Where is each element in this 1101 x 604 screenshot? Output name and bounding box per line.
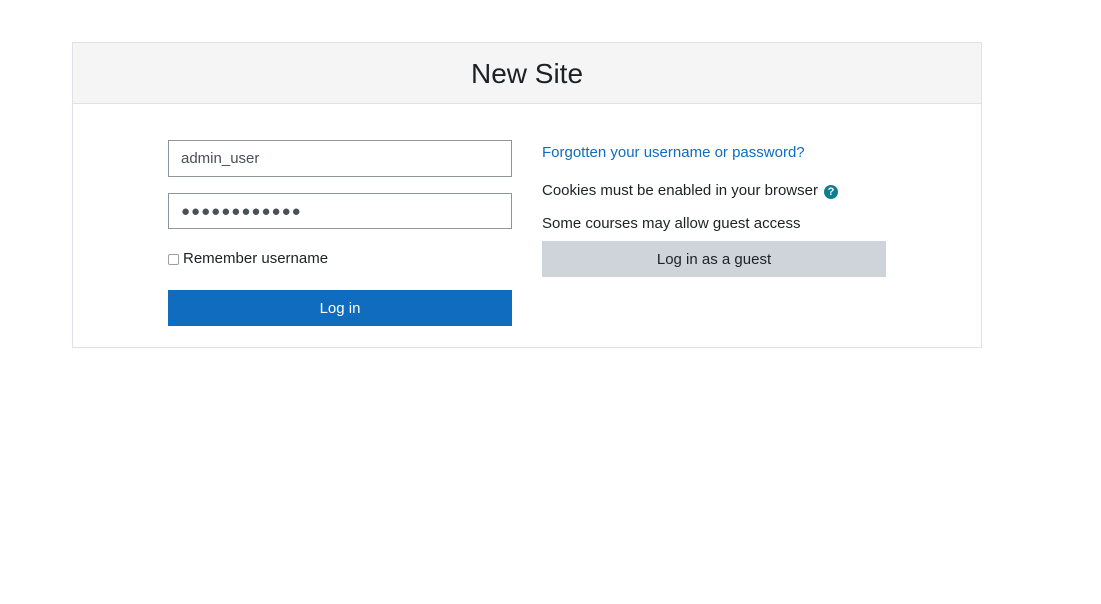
login-card: New Site Remember username Log in Forgot… (72, 42, 982, 348)
login-form: Remember username Log in (168, 140, 512, 326)
remember-username-label: Remember username (183, 249, 329, 267)
site-title: New Site (470, 58, 584, 89)
login-button[interactable]: Log in (168, 290, 512, 326)
forgot-password-link[interactable]: Forgotten your username or password? (542, 143, 886, 163)
login-help-panel: Forgotten your username or password? Coo… (542, 140, 886, 277)
cookies-notice-text: Cookies must be enabled in your browser (542, 182, 818, 199)
guest-login-button[interactable]: Log in as a guest (542, 241, 886, 277)
question-circle-icon[interactable]: ? (823, 185, 838, 199)
login-card-header: New Site (73, 43, 981, 104)
username-input[interactable] (168, 140, 512, 177)
guest-access-note: Some courses may allow guest access (542, 215, 801, 232)
cookies-notice: Cookies must be enabled in your browser … (542, 181, 886, 201)
remember-username-checkbox[interactable] (168, 253, 179, 265)
remember-username[interactable]: Remember username (168, 248, 512, 268)
password-input[interactable] (168, 193, 512, 229)
